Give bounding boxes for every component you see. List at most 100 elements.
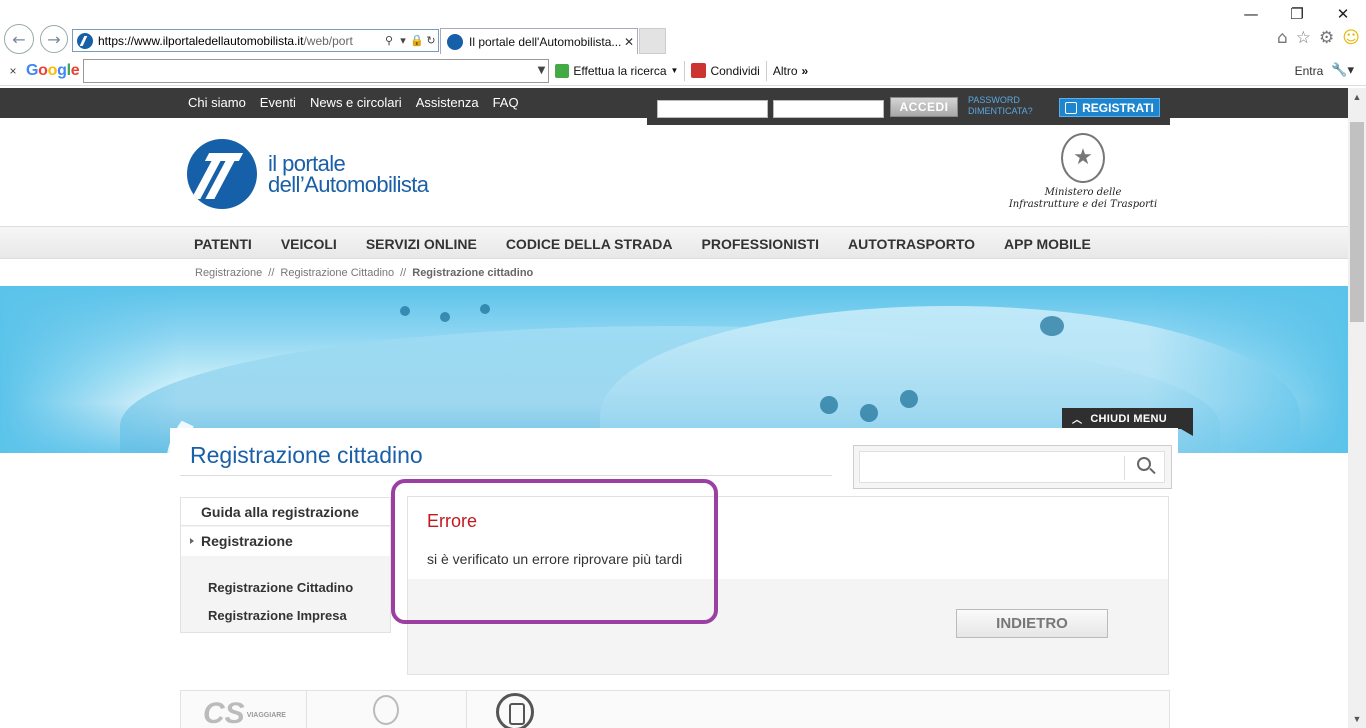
edit-icon: [1065, 101, 1078, 114]
chevron-down-icon[interactable]: ▼: [538, 65, 546, 76]
scroll-up-icon[interactable]: ▲: [1348, 88, 1366, 106]
site-search: [853, 445, 1172, 489]
refresh-icon[interactable]: ↻: [424, 34, 438, 47]
registrati-button[interactable]: REGISTRATI: [1059, 98, 1160, 117]
sidebar-item-registrazione[interactable]: Registrazione: [181, 527, 390, 556]
sidebar-subitem-cittadino[interactable]: Registrazione Cittadino: [208, 580, 353, 595]
breadcrumb-separator: //: [400, 267, 407, 279]
nav-veicoli[interactable]: VEICOLI: [281, 236, 337, 252]
back-button[interactable]: ←: [4, 24, 34, 54]
chevron-up-icon: ︿: [1072, 415, 1083, 426]
ministry-name: Ministero delle Infrastrutture e dei Tras…: [1008, 187, 1158, 210]
home-icon[interactable]: ⌂: [1277, 28, 1288, 48]
google-search-input[interactable]: ▼: [83, 58, 550, 83]
breadcrumb: Registrazione // Registrazione Cittadino…: [195, 267, 533, 279]
minimize-button[interactable]: —: [1228, 0, 1274, 28]
breadcrumb-item[interactable]: Registrazione Cittadino: [280, 267, 394, 279]
close-window-button[interactable]: ✕: [1320, 0, 1366, 28]
password-input[interactable]: [773, 100, 884, 118]
footer-logos: CS VIAGGIARE: [180, 690, 1170, 728]
tab-title: Il portale dell'Automobilista...: [469, 34, 621, 49]
scroll-down-icon[interactable]: ▼: [1348, 710, 1366, 728]
site-logo[interactable]: il portale dell’Automobilista: [187, 139, 429, 209]
search-icon[interactable]: ⚲: [382, 34, 396, 47]
tab-close-icon[interactable]: ✕: [621, 35, 637, 49]
lock-icon[interactable]: 🔒: [410, 34, 424, 47]
wrench-icon[interactable]: 🔧▾: [1331, 63, 1354, 78]
username-input[interactable]: [657, 100, 768, 118]
nav-app-mobile[interactable]: APP MOBILE: [1004, 236, 1091, 252]
google-logo: Google: [26, 61, 80, 79]
google-search-icon: [555, 63, 570, 78]
forward-button[interactable]: →: [40, 25, 68, 53]
browser-chrome: — ❐ ✕ ← → https://www.ilportaledellautom…: [0, 0, 1366, 88]
sidebar-menu: Guida alla registrazione Registrazione R…: [180, 497, 391, 633]
arrow-left-icon: ←: [12, 29, 26, 49]
signin-link[interactable]: Entra: [1295, 64, 1324, 78]
nav-autotrasporto[interactable]: AUTOTRASPORTO: [848, 236, 975, 252]
site-favicon-icon: [77, 32, 93, 49]
sidebar-item-guida[interactable]: Guida alla registrazione: [181, 498, 390, 526]
nav-codice-della-strada[interactable]: CODICE DELLA STRADA: [506, 236, 673, 252]
scroll-thumb[interactable]: [1350, 122, 1364, 322]
search-icon[interactable]: [1137, 457, 1151, 471]
nav-professionisti[interactable]: PROFESSIONISTI: [702, 236, 819, 252]
breadcrumb-item[interactable]: Registrazione: [195, 267, 262, 279]
footer-emblem-icon[interactable]: [373, 695, 399, 725]
address-bar[interactable]: https://www.ilportaledellautomobilista.i…: [72, 29, 439, 52]
nav-servizi-online[interactable]: SERVIZI ONLINE: [366, 236, 477, 252]
smiley-feedback-icon[interactable]: ☺: [1342, 28, 1360, 48]
error-highlight-annotation: [391, 479, 718, 624]
ministry-logo[interactable]: Ministero delleInfrastrutture e dei Tras…: [998, 133, 1168, 211]
top-link-assistenza[interactable]: Assistenza: [416, 95, 479, 110]
window-controls: — ❐ ✕: [1228, 0, 1366, 28]
top-link-faq[interactable]: FAQ: [493, 95, 519, 110]
top-link-news[interactable]: News e circolari: [310, 95, 402, 110]
nav-patenti[interactable]: PATENTI: [194, 236, 252, 252]
title-divider: [180, 475, 832, 476]
page-title: Registrazione cittadino: [190, 442, 423, 468]
site-search-input[interactable]: [859, 451, 1165, 483]
new-tab-button[interactable]: [639, 28, 666, 54]
browser-tab[interactable]: Il portale dell'Automobilista... ✕: [440, 28, 638, 54]
restore-button[interactable]: ❐: [1274, 0, 1320, 28]
italian-emblem-icon: [1061, 133, 1105, 183]
google-search-button[interactable]: Effettua la ricerca ▼: [549, 63, 684, 78]
gear-icon[interactable]: ⚙: [1319, 28, 1334, 48]
url-domain: https://www.ilportaledellautomobilista.i…: [98, 33, 304, 48]
login-box: ACCEDI PASSWORD DIMENTICATA? REGISTRATI: [647, 88, 1170, 125]
google-plus-icon: [691, 63, 707, 78]
top-link-chi-siamo[interactable]: Chi siamo: [188, 95, 246, 110]
forgot-password-link[interactable]: PASSWORD DIMENTICATA?: [968, 95, 1033, 117]
main-navigation: PATENTI VEICOLI SERVIZI ONLINE CODICE DE…: [0, 226, 1348, 259]
search-divider: [1124, 456, 1125, 480]
breadcrumb-separator: //: [268, 267, 275, 279]
caret-down-icon: ▼: [670, 66, 679, 75]
close-menu-button[interactable]: ︿ CHIUDI MENU: [1062, 408, 1193, 436]
footer-logo-cs[interactable]: CS VIAGGIARE: [203, 699, 286, 728]
back-button-indietro[interactable]: INDIETRO: [956, 609, 1108, 638]
url-path: /web/port: [303, 33, 353, 48]
arrow-right-icon: →: [47, 29, 61, 49]
google-toolbar: × Google ▼ Effettua la ricerca ▼ Condivid…: [0, 56, 1366, 86]
accedi-button[interactable]: ACCEDI: [890, 97, 958, 117]
page-scrollbar[interactable]: ▲ ▼: [1348, 88, 1366, 728]
top-link-eventi[interactable]: Eventi: [260, 95, 296, 110]
favorites-star-icon[interactable]: ☆: [1296, 28, 1311, 48]
more-button[interactable]: Altro»: [767, 64, 814, 78]
top-links: Chi siamo Eventi News e circolari Assist…: [188, 95, 519, 110]
toolbar-close-icon[interactable]: ×: [0, 64, 26, 78]
breadcrumb-current: Registrazione cittadino: [412, 267, 534, 279]
browser-right-icons: ⌂ ☆ ⚙ ☺: [1277, 28, 1360, 48]
footer-app-icon[interactable]: [496, 693, 534, 728]
share-button[interactable]: Condividi: [685, 63, 765, 78]
web-page: Chi siamo Eventi News e circolari Assist…: [0, 88, 1348, 728]
screen: — ❐ ✕ ← → https://www.ilportaledellautom…: [0, 0, 1366, 728]
logo-text: il portale dell’Automobilista: [268, 151, 429, 197]
double-chevron-icon: »: [801, 63, 809, 78]
tab-favicon-icon: [447, 33, 463, 50]
dropdown-icon[interactable]: ▾: [396, 34, 410, 47]
logo-mark-icon: [187, 139, 257, 209]
sidebar-subitem-impresa[interactable]: Registrazione Impresa: [208, 608, 347, 623]
url-text[interactable]: https://www.ilportaledellautomobilista.i…: [98, 34, 382, 48]
